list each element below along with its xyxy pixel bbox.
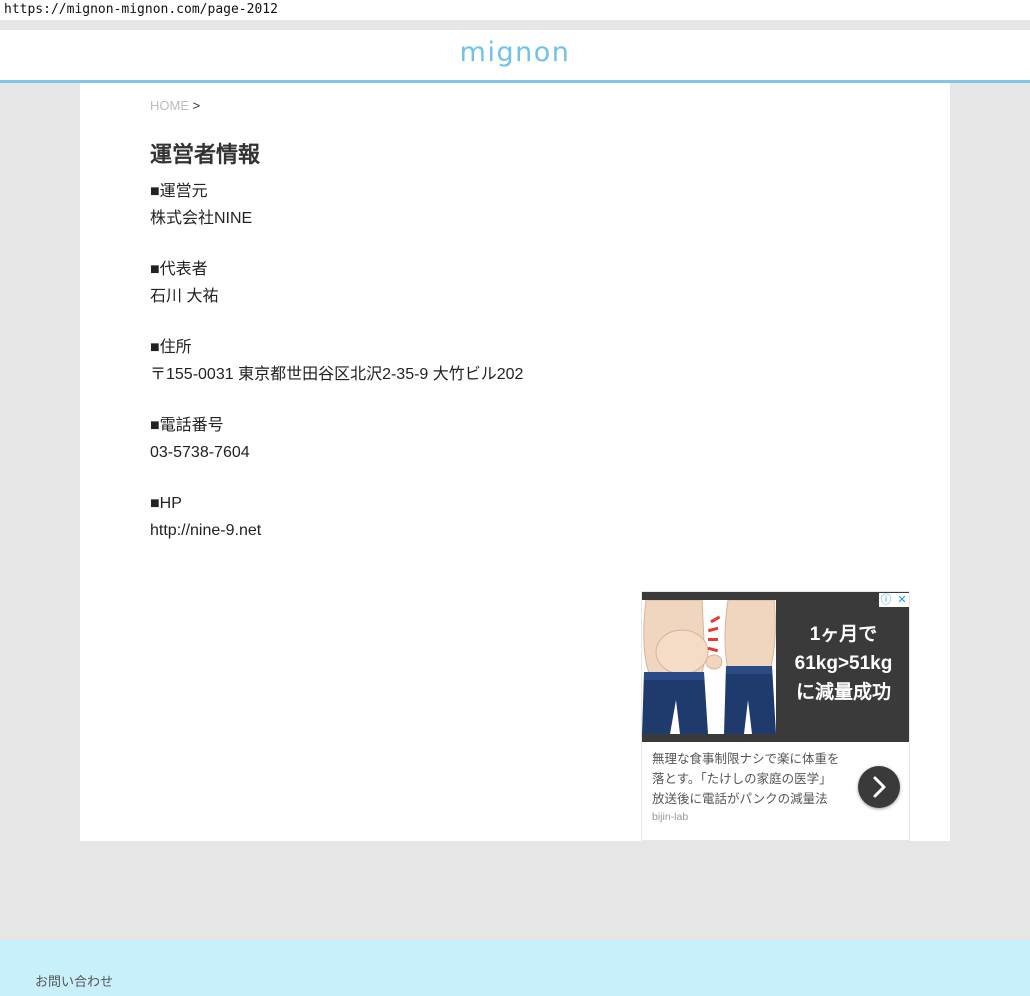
ad-image[interactable] [642, 600, 776, 734]
info-value: 株式会社NINE [150, 210, 253, 227]
page-title: 運営者情報 [150, 142, 261, 167]
ad-headline-line: 1ヶ月で [809, 624, 878, 645]
contact-link[interactable]: お問い合わせ [35, 971, 113, 990]
ad-badges: ⓘ ✕ [879, 593, 909, 607]
address-bar[interactable]: https://mignon-mignon.com/page-2012 [0, 0, 1030, 20]
ad-headline-line: に減量成功 [795, 682, 891, 703]
ad-source: bijin-lab [652, 811, 689, 823]
ad-description-line: 落とす。「たけしの家庭の医学」 [652, 772, 832, 786]
ad-description-line: 放送後に電話がパンクの減量法 [652, 792, 828, 806]
info-icon[interactable]: ⓘ [879, 593, 893, 607]
ad-description-line: 無理な食事制限ナシで楽に体重を [652, 752, 840, 766]
info-label: ■代表者 [150, 261, 208, 278]
site-header: mignon [0, 30, 1030, 83]
breadcrumb-home-link[interactable]: HOME [150, 98, 189, 113]
ad-headline[interactable]: 1ヶ月で 61kg>51kg に減量成功 [776, 620, 909, 707]
info-block-phone: ■電話番号 03-5738-7604 [150, 412, 523, 466]
info-block-operator: ■運営元 株式会社NINE [150, 178, 523, 232]
info-block-address: ■住所 〒155-0031 東京都世田谷区北沢2-35-9 大竹ビル202 [150, 334, 523, 388]
info-value: 03-5738-7604 [150, 444, 250, 461]
info-label: ■電話番号 [150, 417, 224, 434]
info-block-homepage: ■HP http://nine-9.net [150, 490, 523, 544]
ad-headline-line: 61kg>51kg [794, 653, 893, 674]
ad-unit[interactable]: 1ヶ月で 61kg>51kg に減量成功 ⓘ ✕ 無理な食事制限ナシで楽に体重を… [641, 591, 910, 841]
ad-illustration [642, 600, 776, 734]
breadcrumb-separator: > [192, 98, 201, 113]
breadcrumb: HOME > [150, 98, 200, 113]
close-icon[interactable]: ✕ [895, 593, 909, 607]
site-logo[interactable]: mignon [460, 37, 571, 68]
info-value: 石川 大祐 [150, 288, 219, 305]
info-label: ■住所 [150, 339, 192, 356]
ad-description[interactable]: 無理な食事制限ナシで楽に体重を 落とす。「たけしの家庭の医学」 放送後に電話がパ… [652, 749, 852, 809]
operator-info: ■運営元 株式会社NINE ■代表者 石川 大祐 ■住所 〒155-0031 東… [150, 178, 523, 568]
info-value: 〒155-0031 東京都世田谷区北沢2-35-9 大竹ビル202 [150, 366, 524, 383]
ad-banner[interactable]: 1ヶ月で 61kg>51kg に減量成功 ⓘ ✕ [642, 592, 909, 742]
site-footer: お問い合わせ [0, 940, 1030, 996]
main-content: HOME > 運営者情報 ■運営元 株式会社NINE ■代表者 石川 大祐 ■住… [80, 83, 950, 841]
info-block-representative: ■代表者 石川 大祐 [150, 256, 523, 310]
info-label: ■HP [150, 495, 182, 512]
ad-arrow-button[interactable] [858, 766, 900, 808]
info-value[interactable]: http://nine-9.net [150, 517, 523, 544]
info-label: ■運営元 [150, 183, 208, 200]
chevron-right-icon [873, 776, 886, 798]
